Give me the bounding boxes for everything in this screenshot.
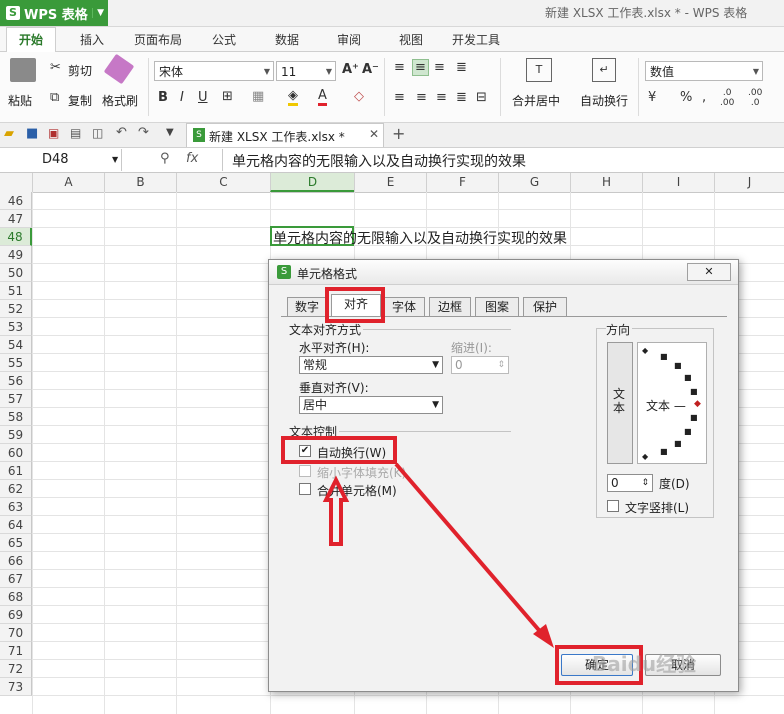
arrow-line <box>394 462 546 638</box>
watermark: Baidu经验 <box>592 652 697 676</box>
annotation-arrows <box>322 462 554 648</box>
up-arrow-icon <box>322 475 350 546</box>
